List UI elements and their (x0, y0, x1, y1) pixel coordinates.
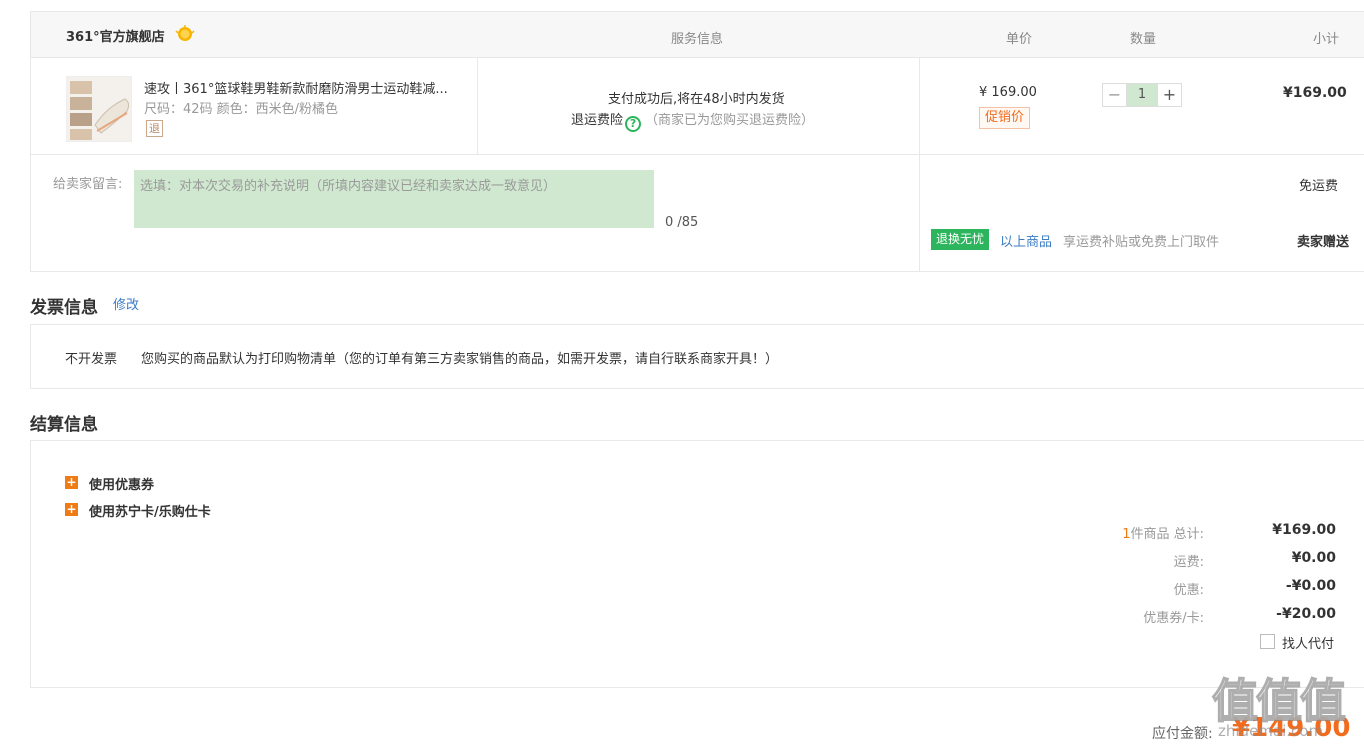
item-subtotal: ¥169.00 (1283, 85, 1347, 101)
qty-input[interactable]: 1 (1127, 84, 1157, 106)
return-insurance-line: 退运费险? （商家已为您购买退运费险） (571, 109, 814, 132)
total-value: ¥169.00 (1272, 522, 1336, 538)
coupon-value: -¥20.00 (1276, 606, 1336, 622)
qty-decrease-button[interactable]: − (1103, 84, 1127, 106)
invoice-box: 不开发票 您购买的商品默认为打印购物清单（您的订单有第三方卖家销售的商品，如需开… (30, 324, 1364, 389)
product-spec: 尺码：42码 颜色：西米色/粉橘色 (144, 102, 339, 117)
product-title-link[interactable]: 速攻丨361°篮球鞋男鞋新款耐磨防滑男士运动鞋减... (144, 78, 464, 97)
message-label: 给卖家留言: (53, 177, 123, 192)
settlement-box: + 使用优惠券 + 使用苏宁卡/乐购仕卡 1件商品 总计: ¥169.00 运费… (30, 440, 1364, 688)
seller-message-input[interactable] (134, 170, 654, 228)
qty-increase-button[interactable]: + (1157, 84, 1181, 106)
divider (477, 58, 478, 155)
watermark-url: zhidemai.com (1218, 722, 1324, 740)
invoice-type: 不开发票 (65, 352, 118, 367)
insurance-note: （商家已为您购买退运费险） (645, 113, 815, 128)
store-badge-icon (175, 24, 195, 44)
insurance-label: 退运费险 (571, 113, 624, 128)
expand-plus-icon[interactable]: + (65, 476, 78, 489)
expand-plus-icon[interactable]: + (65, 503, 78, 516)
store-name-link[interactable]: 361°官方旗舰店 (66, 26, 165, 45)
help-icon[interactable]: ? (625, 116, 642, 132)
unit-price: ¥ 169.00 (979, 85, 1037, 100)
return-worry-free-badge: 退换无忧 (931, 229, 990, 250)
seller-gift: 卖家赠送 (1297, 235, 1350, 250)
shipping-label: 运费: (1173, 555, 1204, 570)
item-count-suffix: 件商品 总计: (1130, 527, 1204, 542)
invoice-modify-link[interactable]: 修改 (113, 294, 139, 313)
column-subtotal: 小计 (1313, 32, 1340, 47)
discount-label: 优惠: (1173, 583, 1204, 598)
delivery-promise: 支付成功后,将在48小时内发货 (608, 92, 785, 107)
settlement-section-title: 结算信息 (30, 415, 98, 435)
payable-label: 应付金额: (1152, 726, 1213, 742)
message-char-count: 0 /85 (665, 215, 699, 230)
use-card-option[interactable]: 使用苏宁卡/乐购仕卡 (89, 501, 211, 520)
product-thumbnail[interactable] (66, 76, 132, 142)
invoice-section-title: 发票信息 (30, 298, 98, 318)
items-above-link[interactable]: 以上商品 (1000, 231, 1052, 250)
invoice-description: 您购买的商品默认为打印购物清单（您的订单有第三方卖家销售的商品，如需开发票，请自… (141, 352, 779, 367)
column-unit-price: 单价 (1006, 32, 1033, 47)
order-box: 361°官方旗舰店 服务信息 单价 数量 小计 速攻丨361°篮球鞋男鞋新款耐磨… (30, 11, 1364, 272)
discount-value: -¥0.00 (1285, 578, 1336, 594)
divider (31, 154, 1364, 155)
shipping-subsidy-desc: 享运费补贴或免费上门取件 (1063, 235, 1220, 250)
coupon-label: 优惠券/卡: (1143, 611, 1204, 626)
column-service: 服务信息 (671, 32, 724, 47)
shipping-value: ¥0.00 (1291, 550, 1336, 566)
find-pay-label[interactable]: 找人代付 (1282, 633, 1334, 652)
find-pay-checkbox[interactable] (1260, 634, 1275, 649)
quantity-stepper: − 1 + (1102, 83, 1182, 107)
divider (919, 58, 920, 272)
return-badge: 退 (146, 120, 163, 137)
promo-price-tag: 促销价 (979, 107, 1031, 129)
column-quantity: 数量 (1130, 32, 1157, 47)
shipping-fee: 免运费 (1299, 179, 1339, 194)
use-coupon-option[interactable]: 使用优惠券 (89, 474, 154, 493)
order-header: 361°官方旗舰店 服务信息 单价 数量 小计 (31, 12, 1364, 58)
total-label: 1件商品 总计: (1122, 523, 1204, 542)
